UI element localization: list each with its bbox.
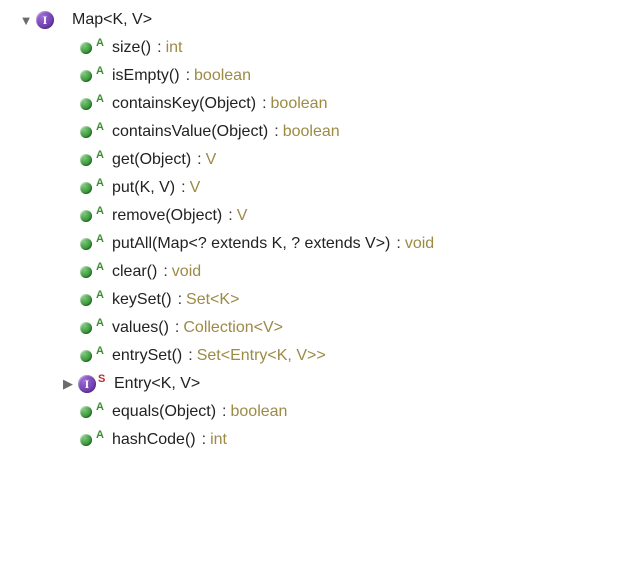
tree-row-method[interactable]: AcontainsKey(Object): boolean	[18, 90, 610, 118]
method-icon	[80, 322, 92, 334]
abstract-badge: A	[96, 65, 108, 77]
tree-row-method[interactable]: Avalues():Collection<V>	[18, 314, 610, 342]
abstract-badge: A	[96, 261, 108, 273]
tree-row-method[interactable]: Aput(K, V): V	[18, 174, 610, 202]
tree-row-root[interactable]: ▼ A Map<K, V>	[18, 6, 610, 34]
method-signature: keySet()	[112, 291, 172, 309]
return-type: boolean	[231, 403, 288, 421]
return-type: V	[190, 179, 201, 197]
abstract-badge: A	[96, 401, 108, 413]
type-separator: :	[197, 151, 201, 169]
method-signature: values()	[112, 319, 169, 337]
tree-row-method[interactable]: AkeySet():Set<K>	[18, 286, 610, 314]
type-separator: :	[222, 403, 226, 421]
abstract-badge: A	[96, 149, 108, 161]
abstract-badge: A	[96, 93, 108, 105]
method-icon	[80, 98, 92, 110]
tree-row-method[interactable]: AhashCode():int	[18, 426, 610, 454]
method-signature: entrySet()	[112, 347, 182, 365]
return-type: Set<Entry<K, V>>	[197, 347, 326, 365]
interface-icon	[36, 11, 54, 29]
abstract-badge: A	[96, 177, 108, 189]
expand-toggle[interactable]: ▼	[18, 13, 34, 28]
tree-row-method[interactable]: AentrySet(): Set<Entry<K, V>>	[18, 342, 610, 370]
type-separator: :	[178, 291, 182, 309]
type-separator: :	[175, 319, 179, 337]
method-signature: get(Object)	[112, 151, 191, 169]
tree-row-method[interactable]: Asize(): int	[18, 34, 610, 62]
tree-row-method[interactable]: Aremove(Object): V	[18, 202, 610, 230]
type-separator: :	[262, 95, 266, 113]
type-name: Map<K, V>	[72, 11, 152, 29]
abstract-badge: A	[96, 121, 108, 133]
return-type: Collection<V>	[183, 319, 283, 337]
method-icon	[80, 154, 92, 166]
method-signature: put(K, V)	[112, 179, 175, 197]
return-type: V	[237, 207, 248, 225]
return-type: int	[210, 431, 227, 449]
tree-row-method[interactable]: Aclear(): void	[18, 258, 610, 286]
method-icon	[80, 266, 92, 278]
tree-row-method[interactable]: AputAll(Map<? extends K, ? extends V>): v…	[18, 230, 610, 258]
type-separator: :	[186, 67, 190, 85]
method-icon	[80, 42, 92, 54]
type-separator: :	[228, 207, 232, 225]
method-icon	[80, 294, 92, 306]
tree-row-method[interactable]: Aget(Object): V	[18, 146, 610, 174]
method-signature: isEmpty()	[112, 67, 180, 85]
tree-row-method[interactable]: AcontainsValue(Object): boolean	[18, 118, 610, 146]
method-signature: containsValue(Object)	[112, 123, 268, 141]
interface-icon	[78, 375, 96, 393]
method-signature: equals(Object)	[112, 403, 216, 421]
type-separator: :	[396, 235, 400, 253]
type-separator: :	[157, 39, 161, 57]
abstract-badge: A	[96, 345, 108, 357]
tree-row-method[interactable]: Aequals(Object): boolean	[18, 398, 610, 426]
method-icon	[80, 70, 92, 82]
type-separator: :	[188, 347, 192, 365]
type-separator: :	[274, 123, 278, 141]
return-type: Set<K>	[186, 291, 239, 309]
method-icon	[80, 126, 92, 138]
expand-toggle[interactable]: ▶	[60, 376, 76, 392]
method-signature: clear()	[112, 263, 157, 281]
method-icon	[80, 210, 92, 222]
method-signature: containsKey(Object)	[112, 95, 256, 113]
return-type: V	[206, 151, 217, 169]
return-type: void	[172, 263, 201, 281]
return-type: boolean	[283, 123, 340, 141]
abstract-badge: A	[96, 205, 108, 217]
method-signature: putAll(Map<? extends K, ? extends V>)	[112, 235, 390, 253]
method-signature: hashCode()	[112, 431, 196, 449]
abstract-badge: A	[96, 289, 108, 301]
method-icon	[80, 350, 92, 362]
type-separator: :	[181, 179, 185, 197]
return-type: boolean	[194, 67, 251, 85]
abstract-badge: A	[96, 429, 108, 441]
method-icon	[80, 182, 92, 194]
tree-row-method[interactable]: AisEmpty():boolean	[18, 62, 610, 90]
method-signature: size()	[112, 39, 151, 57]
abstract-badge: A	[96, 37, 108, 49]
abstract-badge: A	[96, 317, 108, 329]
tree-row-type[interactable]: ▶ S Entry<K, V>	[18, 370, 610, 398]
return-type: boolean	[271, 95, 328, 113]
type-separator: :	[202, 431, 206, 449]
method-icon	[80, 238, 92, 250]
static-badge: S	[98, 373, 110, 385]
outline-tree: ▼ A Map<K, V> Asize():intAisEmpty():bool…	[0, 0, 620, 464]
type-separator: :	[163, 263, 167, 281]
method-signature: remove(Object)	[112, 207, 222, 225]
abstract-badge: A	[96, 233, 108, 245]
return-type: int	[166, 39, 183, 57]
return-type: void	[405, 235, 434, 253]
method-icon	[80, 406, 92, 418]
type-name: Entry<K, V>	[114, 375, 200, 393]
method-icon	[80, 434, 92, 446]
